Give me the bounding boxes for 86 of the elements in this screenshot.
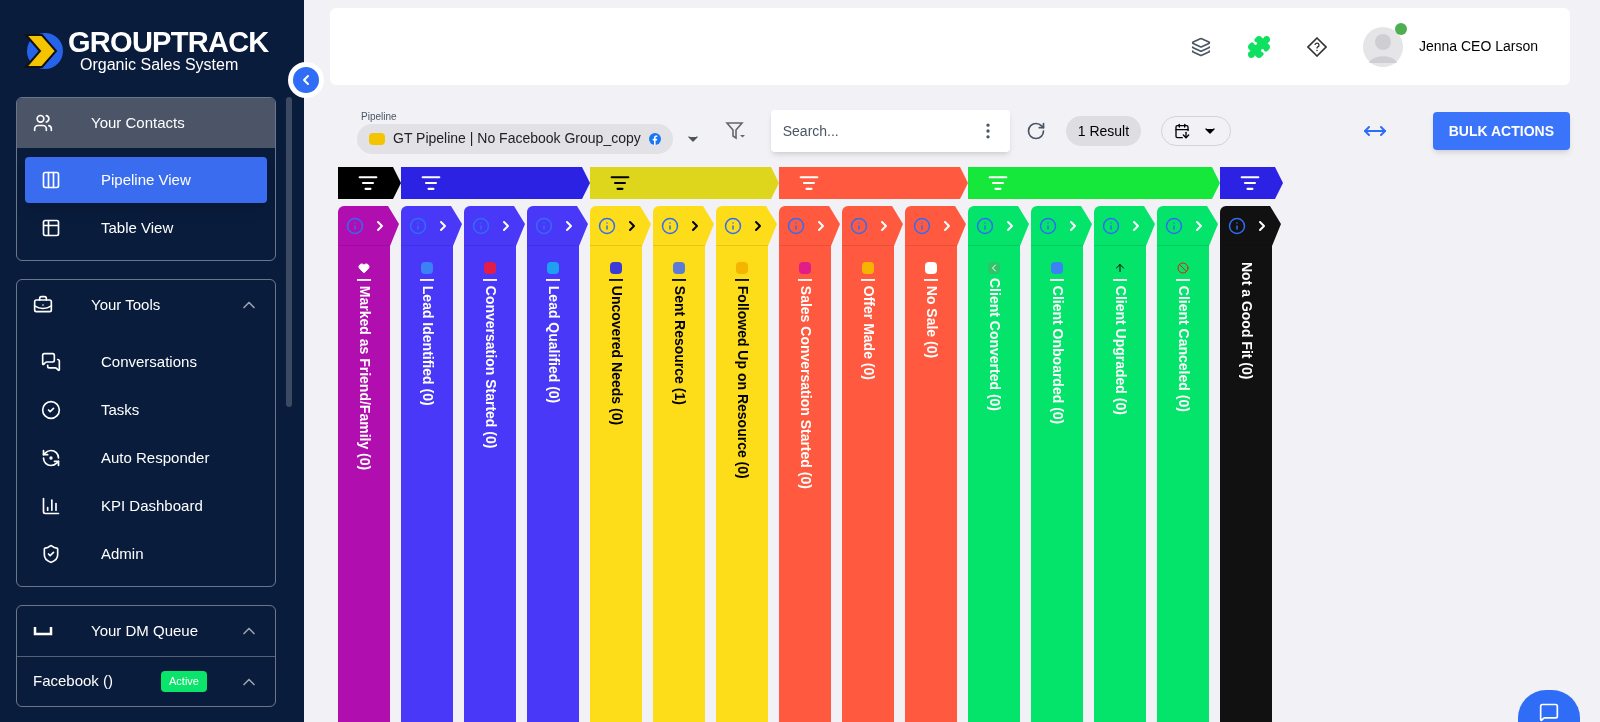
logo-tagline: Organic Sales System <box>79 57 240 73</box>
chat-launcher-button[interactable] <box>1518 690 1580 722</box>
sidebar-nav-item[interactable]: Admin <box>25 531 267 577</box>
avatar-silhouette <box>1362 26 1403 67</box>
stage-group-header[interactable] <box>401 167 590 199</box>
result-count: 1 Result <box>1065 116 1142 146</box>
arrow-up-icon <box>1114 262 1126 274</box>
stage-title: | Client Onboarded (0) <box>1048 278 1067 425</box>
stage-title: | Followed Up on Resource (0) <box>733 278 752 479</box>
info-icon[interactable] <box>1165 216 1183 235</box>
tray-icon <box>33 626 53 636</box>
queue-label: Facebook () <box>33 671 115 692</box>
logo-icon <box>24 31 64 70</box>
pipeline-select[interactable]: GT Pipeline | No Facebook Group_copy <box>357 123 673 154</box>
section-icon <box>33 113 53 133</box>
emoji-icon <box>736 262 748 274</box>
stage-title: Client Converted (0) <box>985 278 1004 411</box>
stage-title: | Offer Made (0) <box>859 278 878 380</box>
stage-title: | Sales Conversation Started (0) <box>796 278 815 489</box>
filter-icon[interactable] <box>610 173 630 193</box>
stage-title: | Client Upgraded (0) <box>1111 278 1130 415</box>
filter-icon[interactable] <box>1240 173 1260 193</box>
stage-title: | Uncovered Needs (0) <box>607 278 626 426</box>
sidebar-nav-item[interactable]: Auto Responder <box>25 435 267 481</box>
sidebar-nav-item[interactable]: Tasks <box>25 387 267 433</box>
search-field[interactable]: Search... <box>770 110 1010 152</box>
stage-title: | Conversation Started (0) <box>481 278 500 449</box>
user-name[interactable]: Jenna CEO Larson <box>1418 36 1538 57</box>
section-header[interactable]: Your Contacts <box>17 98 275 148</box>
sidebar-nav-item[interactable]: Table View <box>25 205 267 251</box>
sidebar-nav-item[interactable]: Pipeline View <box>25 157 267 203</box>
info-icon[interactable] <box>598 216 616 235</box>
pipeline-label: Pipeline <box>361 109 398 124</box>
heart-icon <box>358 262 370 274</box>
nav-icon <box>41 448 61 468</box>
info-icon[interactable] <box>1228 216 1246 235</box>
bulk-actions-button[interactable]: BULK ACTIONS <box>1432 112 1570 150</box>
logo-wordmark: GROUPTRACK <box>68 28 269 57</box>
emoji-icon <box>925 262 937 274</box>
status-badge: Active <box>161 671 207 692</box>
nav-icon <box>41 170 61 190</box>
calendar-sort-icon <box>1174 123 1191 139</box>
emoji-icon <box>421 262 433 274</box>
nav-icon <box>41 400 61 420</box>
chevron-icon <box>988 262 1000 274</box>
emoji-icon <box>799 262 811 274</box>
info-icon[interactable] <box>661 216 679 235</box>
facebook-icon <box>648 132 661 145</box>
emoji-icon <box>673 262 685 274</box>
chat-icon <box>1539 702 1559 722</box>
stage-title: | Client Canceled (0) <box>1174 278 1193 412</box>
no-entry-icon <box>1177 262 1189 274</box>
stage-title: Not a Good Fit (0) <box>1237 262 1256 380</box>
emoji-icon <box>484 262 496 274</box>
sidebar-nav-item[interactable]: KPI Dashboard <box>25 483 267 529</box>
help-icon[interactable] <box>1306 36 1327 57</box>
taxi-emoji-icon <box>369 132 385 145</box>
stack-icon[interactable] <box>1190 36 1211 57</box>
emoji-icon <box>610 262 622 274</box>
emoji-icon <box>862 262 874 274</box>
nav-icon <box>41 544 61 564</box>
nav-icon <box>41 496 61 516</box>
stage-group-header[interactable] <box>338 167 401 199</box>
refresh-icon[interactable] <box>1025 121 1046 141</box>
collapse-sidebar-button[interactable] <box>288 62 324 98</box>
section-icon <box>33 295 53 315</box>
stage-title: | Lead Qualified (0) <box>544 278 563 404</box>
info-icon[interactable] <box>1102 216 1120 235</box>
stage-group-header[interactable] <box>1220 167 1283 199</box>
info-icon[interactable] <box>1039 216 1057 235</box>
sidebar-nav-item[interactable]: Conversations <box>25 339 267 385</box>
stage-title: | Lead Identified (0) <box>418 278 437 406</box>
info-icon[interactable] <box>976 216 994 235</box>
filter-icon[interactable] <box>358 173 378 193</box>
queue-row[interactable]: Facebook () Active <box>17 656 275 706</box>
section-header[interactable]: Your Tools <box>17 280 275 330</box>
emoji-icon <box>547 262 559 274</box>
nav-icon <box>41 218 61 238</box>
nav-icon <box>41 352 61 372</box>
section-header[interactable]: Your DM Queue <box>17 606 275 656</box>
stage-title: | Marked as Friend/Family (0) <box>355 278 374 471</box>
emoji-icon <box>1051 262 1063 274</box>
stage-title: | Sent Resource (1) <box>670 278 689 405</box>
stage-title: | No Sale (0) <box>922 278 941 359</box>
filter-icon[interactable] <box>421 173 441 193</box>
info-icon[interactable] <box>724 216 742 235</box>
